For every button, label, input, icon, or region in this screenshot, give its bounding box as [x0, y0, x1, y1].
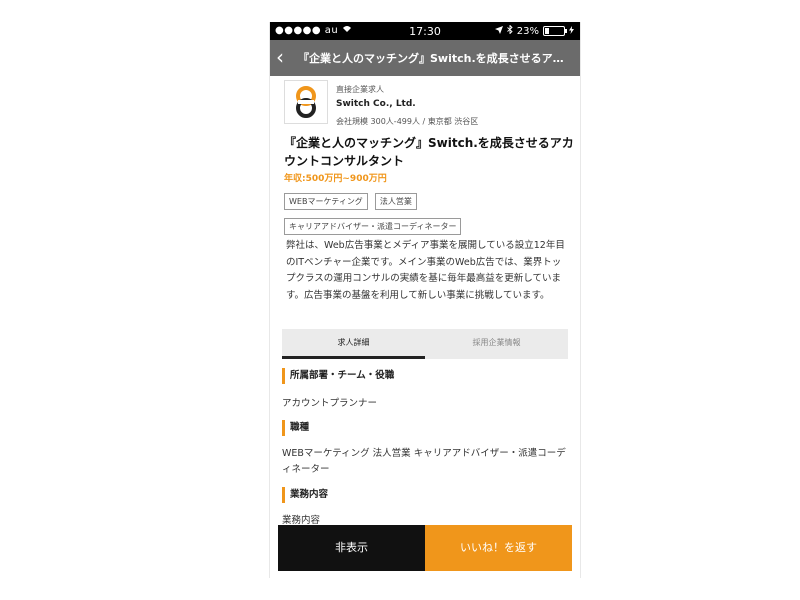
section-body-department: アカウントプランナー — [282, 398, 378, 409]
hide-button[interactable]: 非表示 — [278, 525, 425, 571]
status-bar: ●●●●● au 17:30 23% — [270, 22, 580, 40]
section-heading-job-type: 職種 — [282, 420, 309, 436]
tag-career-advisor: キャリアアドバイザー・派遣コーディネーター — [284, 218, 462, 235]
battery-percent: 23% — [516, 25, 539, 37]
tag-corporate-sales: 法人営業 — [374, 193, 417, 210]
battery-icon — [543, 26, 567, 36]
company-name[interactable]: Switch Co., Ltd. — [336, 99, 416, 109]
nav-title: 『企業と人のマッチング』Switch.を成長させるアカ... — [298, 52, 572, 65]
tab-company-info[interactable]: 採用企業情報 — [425, 329, 568, 359]
like-back-button[interactable]: いいね！を返す — [425, 525, 572, 571]
tab-job-details[interactable]: 求人詳細 — [282, 329, 425, 359]
section-heading-duties: 業務内容 — [282, 487, 328, 503]
phone-screen: ●●●●● au 17:30 23% ‹ 『企業と人のマッチング』Switch.… — [269, 22, 581, 578]
salary-label: 年収:500万円~900万円 — [284, 174, 387, 184]
section-body-job-type: WEBマーケティング 法人営業 キャリアアドバイザー・派遣コーディネーター — [282, 448, 566, 475]
back-chevron-icon[interactable]: ‹ — [276, 45, 284, 69]
job-description: 弊社は、Web広告事業とメディア事業を展開している設立12年目のITベンチャー企… — [286, 240, 565, 301]
tag-list: WEBマーケティング 法人営業 キャリアアドバイザー・派遣コーディネーター — [284, 189, 574, 239]
job-source-label: 直接企業求人 — [336, 85, 384, 94]
section-heading-department: 所属部署・チーム・役職 — [282, 368, 394, 384]
company-header: 直接企業求人 Switch Co., Ltd. 会社規模 300人-499人 /… — [284, 80, 574, 132]
nav-bar: ‹ 『企業と人のマッチング』Switch.を成長させるアカ... — [270, 40, 580, 76]
tag-web-marketing: WEBマーケティング — [284, 193, 368, 210]
action-bar: 非表示 いいね！を返す — [278, 525, 572, 571]
job-title: 『企業と人のマッチング』Switch.を成長させるアカウントコンサルタント — [284, 136, 574, 168]
charging-icon — [569, 25, 574, 37]
company-logo — [284, 80, 328, 124]
company-meta: 会社規模 300人-499人 / 東京都 渋谷区 — [336, 117, 479, 126]
battery-level — [545, 28, 549, 34]
bluetooth-icon — [506, 24, 513, 37]
detail-tabs: 求人詳細 採用企業情報 — [282, 329, 568, 359]
location-arrow-icon — [494, 25, 503, 37]
status-right: 23% — [494, 24, 574, 37]
